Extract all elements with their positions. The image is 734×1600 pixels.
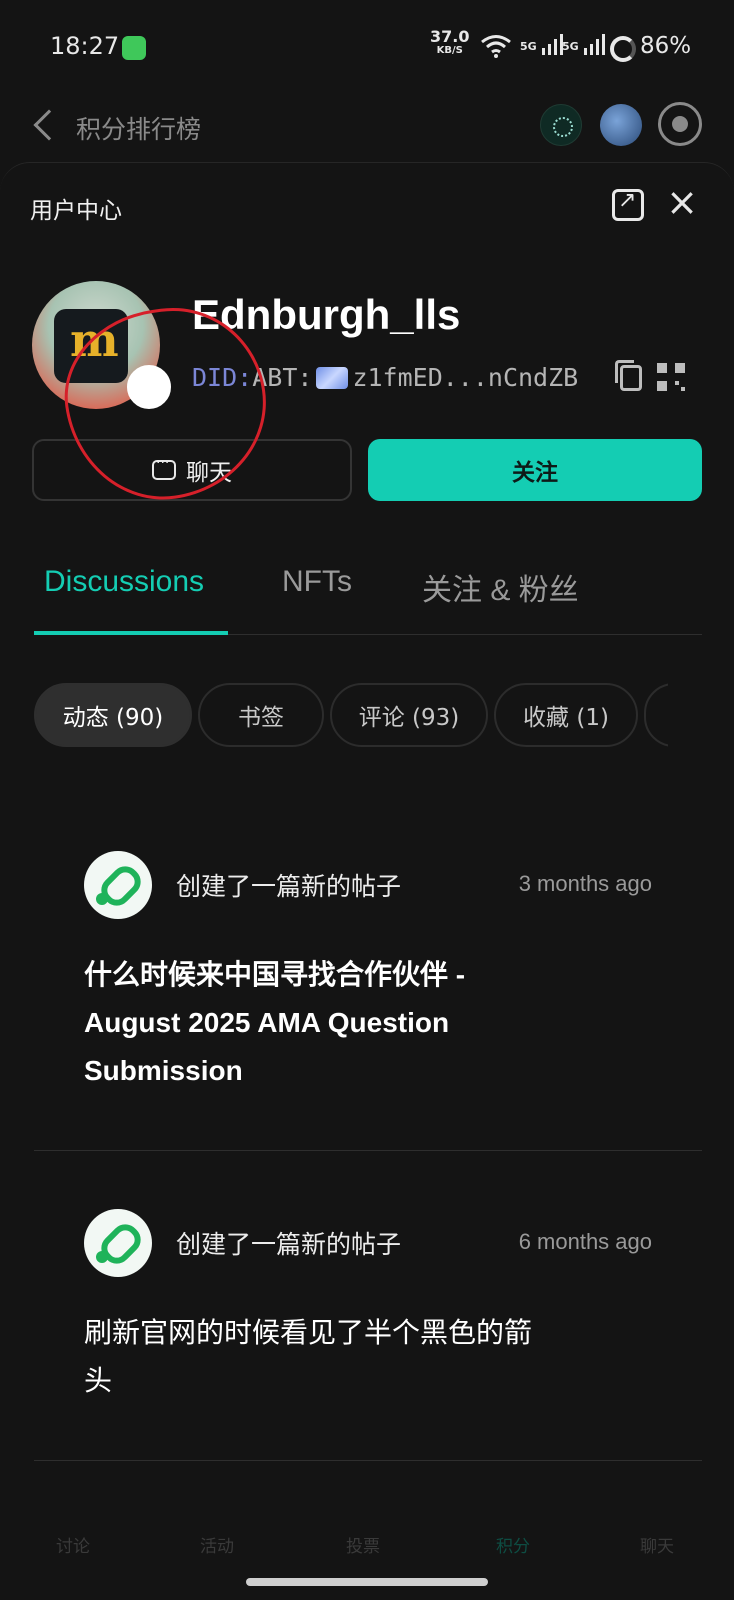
- back-arrow-icon[interactable]: [33, 109, 65, 141]
- list-item[interactable]: 创建了一篇新的帖子 6 months ago 刷新官网的时候看见了半个黑色的箭头: [34, 1151, 702, 1461]
- tab-discussions[interactable]: Discussions: [44, 565, 204, 599]
- avatar-logo: m: [54, 309, 128, 383]
- nav-discussions[interactable]: 讨论: [56, 1532, 90, 1557]
- network-speed: 37.0 KB/S: [430, 29, 469, 58]
- network-logo-icon[interactable]: [540, 104, 582, 146]
- post-title[interactable]: 刷新官网的时候看见了半个黑色的箭头: [84, 1309, 554, 1405]
- user-avatar-icon[interactable]: [600, 104, 642, 146]
- battery-level: 86%: [640, 33, 692, 59]
- signal-bars-icon: [541, 34, 563, 55]
- chat-button[interactable]: 聊天: [32, 439, 352, 501]
- signal-bars-icon: [583, 34, 605, 55]
- signal-icon-1: 5G: [520, 34, 563, 56]
- nav-vote[interactable]: 投票: [346, 1532, 380, 1557]
- battery-icon: [610, 36, 636, 62]
- chat-button-label: 聊天: [186, 460, 232, 486]
- clock: 18:27: [50, 32, 120, 60]
- bottom-nav: 讨论 活动 投票 积分 聊天: [0, 1530, 734, 1600]
- did-value: z1fmED...nCndZB: [352, 363, 579, 392]
- chip-bookmarks[interactable]: 书签: [198, 683, 324, 747]
- follow-button-label: 关注: [512, 460, 558, 486]
- status-bar: 18:27 37.0 KB/S 5G 5G 86%: [0, 0, 734, 96]
- username: Ednburgh_lls: [192, 291, 461, 338]
- status-emoji-badge: 😇: [127, 365, 171, 409]
- post-time: 6 months ago: [518, 1229, 652, 1254]
- tab-follow-fans[interactable]: 关注 & 粉丝: [422, 565, 579, 609]
- qr-code-icon[interactable]: [657, 363, 685, 391]
- profile-tabs: Discussions NFTs 关注 & 粉丝: [34, 555, 702, 635]
- follow-button[interactable]: 关注: [368, 439, 702, 501]
- page-title: 积分排行榜: [76, 115, 202, 144]
- post-title[interactable]: 什么时候来中国寻找合作伙伴 - August 2025 AMA Question…: [84, 951, 554, 1095]
- did-address: DID:ABT: z1fmED...nCndZB: [192, 363, 578, 392]
- new-post-icon: [84, 1209, 152, 1277]
- open-external-icon[interactable]: [612, 188, 644, 221]
- signal-label-2: 5G: [562, 40, 579, 53]
- app-bar: 积分排行榜: [0, 96, 734, 160]
- copy-icon[interactable]: [615, 360, 642, 391]
- close-icon[interactable]: ×: [664, 183, 700, 221]
- nav-events[interactable]: 活动: [200, 1532, 234, 1557]
- message-icon: [122, 36, 146, 60]
- post-time: 3 months ago: [518, 871, 652, 896]
- chip-comments[interactable]: 评论 (93): [330, 683, 488, 747]
- user-center-sheet: 用户中心 × m 😇 Ednburgh_lls DID:ABT: z1fmED..…: [0, 162, 734, 1600]
- sheet-title: 用户中心: [30, 198, 122, 224]
- nav-points[interactable]: 积分: [496, 1532, 530, 1557]
- did-prefix: DID:: [192, 363, 253, 392]
- post-action: 创建了一篇新的帖子: [176, 1230, 402, 1259]
- wifi-icon: [481, 35, 511, 58]
- did-type: ABT:: [252, 363, 313, 392]
- post-action: 创建了一篇新的帖子: [176, 872, 402, 901]
- filter-chips: 动态 (90) 书签 评论 (93) 收藏 (1): [34, 683, 668, 749]
- chip-favorites[interactable]: 收藏 (1): [494, 683, 638, 747]
- new-post-icon: [84, 851, 152, 919]
- signal-icon-2: 5G: [562, 34, 605, 56]
- network-speed-unit: KB/S: [436, 45, 463, 56]
- chip-more[interactable]: [644, 683, 668, 747]
- tab-nfts[interactable]: NFTs: [282, 565, 352, 599]
- list-item[interactable]: 创建了一篇新的帖子 3 months ago 什么时候来中国寻找合作伙伴 - A…: [34, 783, 702, 1151]
- chip-activity[interactable]: 动态 (90): [34, 683, 192, 747]
- nav-chat[interactable]: 聊天: [640, 1532, 674, 1557]
- active-tab-indicator: [34, 631, 228, 635]
- did-avatar-icon: [316, 367, 349, 389]
- chat-bubble-icon: [152, 455, 176, 480]
- avatar-logo-letter: m: [70, 313, 119, 367]
- home-indicator[interactable]: [246, 1578, 488, 1586]
- record-icon[interactable]: [658, 102, 702, 146]
- signal-label-1: 5G: [520, 40, 537, 53]
